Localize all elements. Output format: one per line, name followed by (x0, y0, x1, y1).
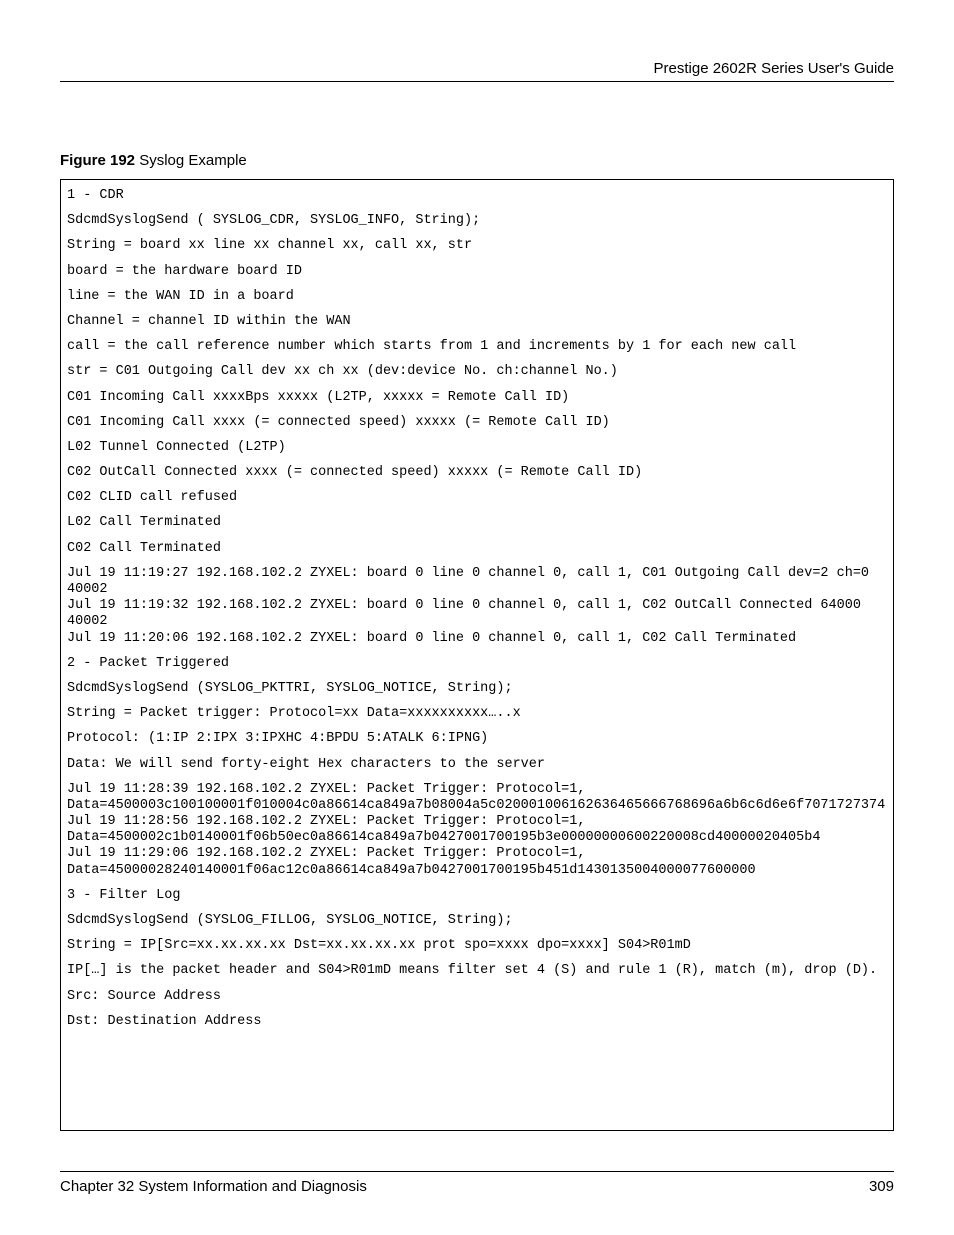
code-line: call = the call reference number which s… (67, 339, 887, 355)
code-line: L02 Call Terminated (67, 515, 887, 531)
code-line: Dst: Destination Address (67, 1014, 887, 1030)
code-line: 1 - CDR (67, 188, 887, 204)
code-line: Protocol: (1:IP 2:IPX 3:IPXHC 4:BPDU 5:A… (67, 731, 887, 747)
code-line: board = the hardware board ID (67, 264, 887, 280)
header-title: Prestige 2602R Series User's Guide (60, 60, 894, 77)
code-line: C02 OutCall Connected xxxx (= connected … (67, 465, 887, 481)
code-line: IP[…] is the packet header and S04>R01mD… (67, 963, 887, 979)
code-line: String = board xx line xx channel xx, ca… (67, 238, 887, 254)
footer-page-number: 309 (869, 1178, 894, 1195)
code-line: C02 Call Terminated (67, 541, 887, 557)
code-line: SdcmdSyslogSend (SYSLOG_FILLOG, SYSLOG_N… (67, 913, 887, 929)
figure-label-rest: Syslog Example (135, 152, 247, 169)
code-line: 3 - Filter Log (67, 888, 887, 904)
code-line: C01 Incoming Call xxxxBps xxxxx (L2TP, x… (67, 390, 887, 406)
code-line: Src: Source Address (67, 989, 887, 1005)
code-line: String = IP[Src=xx.xx.xx.xx Dst=xx.xx.xx… (67, 938, 887, 954)
code-line: 2 - Packet Triggered (67, 656, 887, 672)
figure-caption: Figure 192 Syslog Example (60, 152, 894, 169)
code-line: Jul 19 11:28:39 192.168.102.2 ZYXEL: Pac… (67, 782, 887, 879)
code-line: C02 CLID call refused (67, 490, 887, 506)
figure-label-bold: Figure 192 (60, 152, 135, 169)
code-line: String = Packet trigger: Protocol=xx Dat… (67, 706, 887, 722)
code-line: line = the WAN ID in a board (67, 289, 887, 305)
code-line: str = C01 Outgoing Call dev xx ch xx (de… (67, 364, 887, 380)
header-rule: Prestige 2602R Series User's Guide (60, 60, 894, 82)
footer-chapter: Chapter 32 System Information and Diagno… (60, 1178, 367, 1195)
code-example-box: 1 - CDR SdcmdSyslogSend ( SYSLOG_CDR, SYS… (60, 179, 894, 1131)
code-line: Data: We will send forty-eight Hex chara… (67, 757, 887, 773)
code-line: SdcmdSyslogSend (SYSLOG_PKTTRI, SYSLOG_N… (67, 681, 887, 697)
page-footer: Chapter 32 System Information and Diagno… (60, 1171, 894, 1195)
code-line: SdcmdSyslogSend ( SYSLOG_CDR, SYSLOG_INF… (67, 213, 887, 229)
code-line: Channel = channel ID within the WAN (67, 314, 887, 330)
code-line: C01 Incoming Call xxxx (= connected spee… (67, 415, 887, 431)
code-line: L02 Tunnel Connected (L2TP) (67, 440, 887, 456)
code-line: Jul 19 11:19:27 192.168.102.2 ZYXEL: boa… (67, 566, 887, 647)
